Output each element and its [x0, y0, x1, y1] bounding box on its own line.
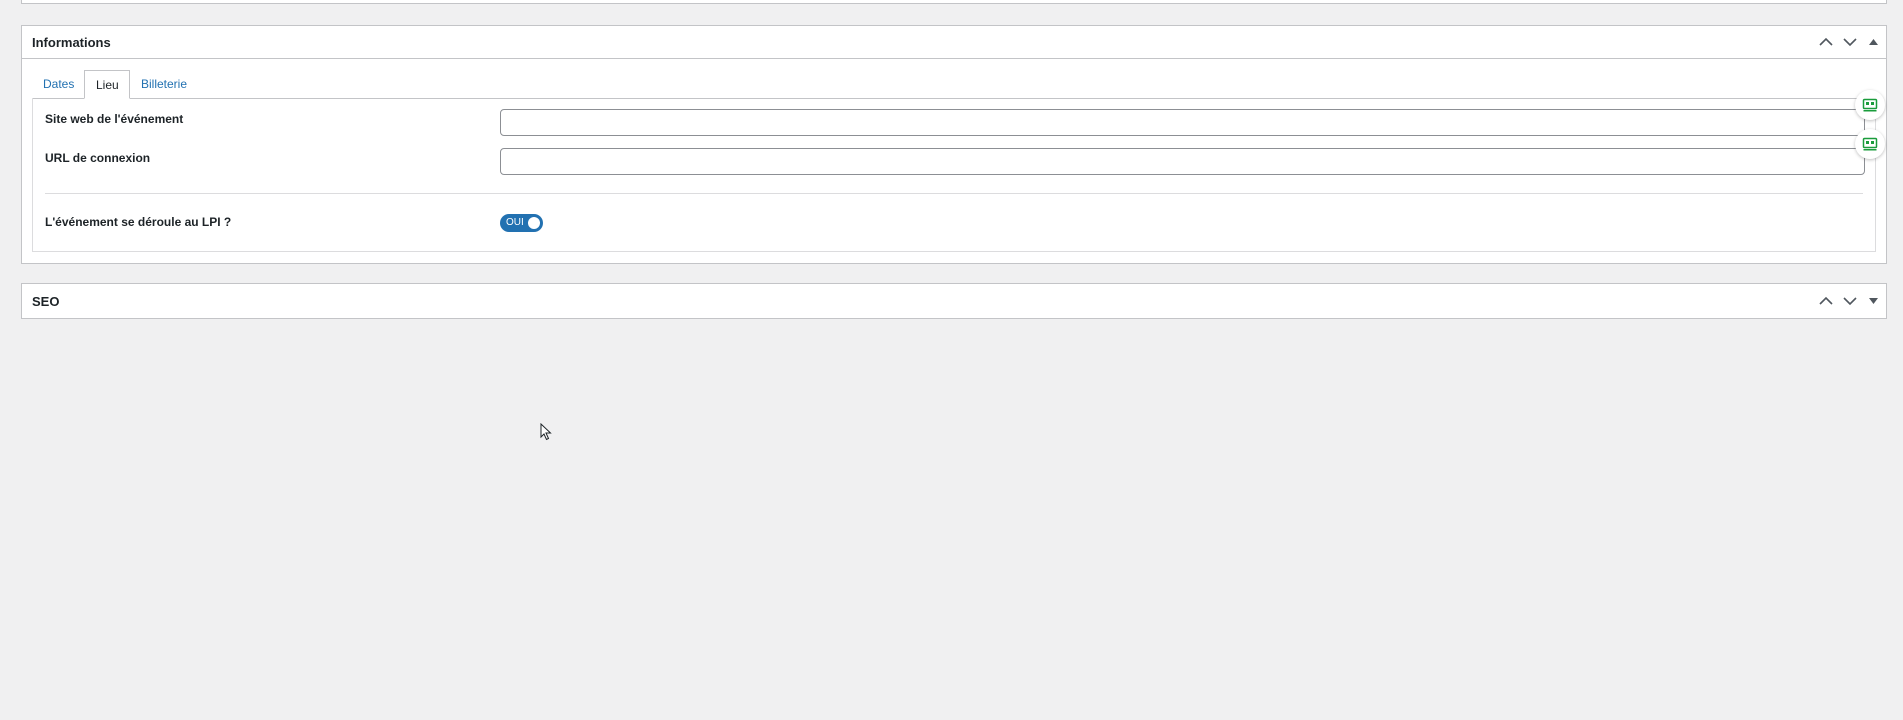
informations-postbox: Informations Dates Lieu Billeterie Site …	[21, 25, 1887, 264]
move-up-button[interactable]	[1814, 26, 1838, 59]
move-up-button[interactable]	[1814, 285, 1838, 318]
seo-title: SEO	[32, 293, 60, 309]
connection-url-label: URL de connexion	[45, 151, 151, 165]
chevron-up-icon	[1819, 296, 1833, 305]
mouse-pointer-icon	[540, 422, 552, 446]
field-divider	[45, 193, 1863, 194]
tab-lieu[interactable]: Lieu	[84, 70, 130, 99]
expand-panel-button[interactable]	[1862, 285, 1884, 318]
lieu-tab-panel: Site web de l'événement URL de connexion…	[32, 98, 1876, 252]
seo-postbox-header[interactable]: SEO	[22, 284, 1886, 318]
informations-tabs: Dates Lieu Billeterie	[32, 70, 1876, 99]
at-lpi-toggle-text: OUI	[506, 217, 524, 228]
toggle-knob	[528, 217, 540, 229]
move-down-button[interactable]	[1838, 26, 1862, 59]
informations-title: Informations	[32, 34, 111, 50]
website-label: Site web de l'événement	[45, 112, 184, 126]
website-field-widget[interactable]	[1855, 90, 1885, 120]
at-lpi-label: L'événement se déroule au LPI ?	[45, 215, 232, 229]
website-input[interactable]	[500, 109, 1865, 136]
tab-billeterie[interactable]: Billeterie	[130, 70, 198, 98]
tab-dates[interactable]: Dates	[32, 70, 85, 98]
move-down-button[interactable]	[1838, 285, 1862, 318]
at-lpi-toggle[interactable]: OUI	[500, 214, 543, 232]
seo-postbox: SEO	[21, 283, 1887, 319]
contact-card-icon	[1862, 137, 1878, 151]
informations-handle-actions	[1814, 26, 1886, 58]
chevron-down-icon	[1843, 297, 1857, 306]
contact-card-icon	[1862, 98, 1878, 112]
triangle-down-icon	[1868, 298, 1878, 304]
seo-handle-actions	[1814, 284, 1886, 318]
chevron-down-icon	[1843, 38, 1857, 47]
connection-url-input[interactable]	[500, 148, 1865, 175]
collapse-panel-button[interactable]	[1862, 26, 1884, 59]
triangle-up-icon	[1868, 39, 1878, 45]
connection-url-field-widget[interactable]	[1855, 129, 1885, 159]
informations-postbox-header[interactable]: Informations	[22, 26, 1886, 59]
chevron-up-icon	[1819, 37, 1833, 46]
previous-postbox-edge	[21, 0, 1887, 4]
